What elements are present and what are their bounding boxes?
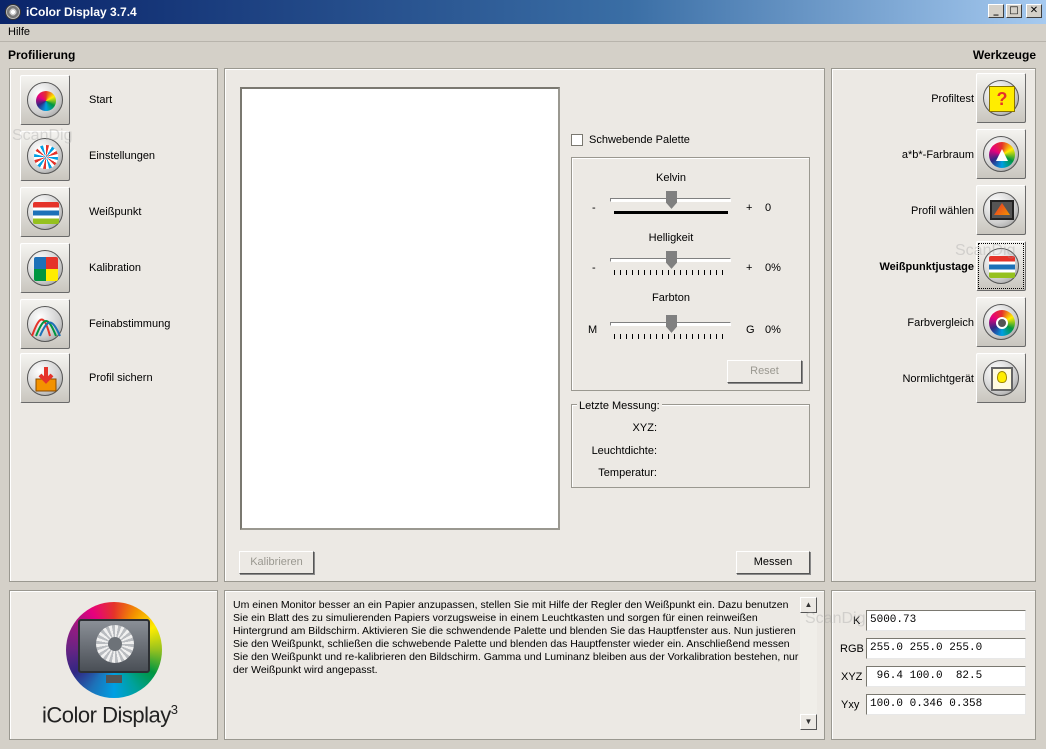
nav-label-start: Start bbox=[89, 94, 113, 106]
nav-label-settings: Einstellungen bbox=[89, 150, 156, 162]
color-wheel-icon[interactable] bbox=[20, 75, 70, 125]
tool-label-ab-gamut: a*b*-Farbraum bbox=[901, 149, 974, 161]
nav-label-whitepoint: Weißpunkt bbox=[89, 206, 142, 218]
reset-button[interactable]: Reset bbox=[727, 360, 802, 383]
close-button[interactable]: ✕ bbox=[1026, 4, 1042, 18]
last-measurement-group: Letzte Messung: XYZ: Leuchtdichte: Tempe… bbox=[571, 400, 810, 488]
watermark-text: ScanDig bbox=[955, 242, 1016, 259]
tool-label-color-compare: Farbvergleich bbox=[907, 317, 974, 329]
tool-label-whitepoint-adjust: Weißpunktjustage bbox=[879, 261, 974, 273]
compare-icon[interactable] bbox=[976, 297, 1026, 347]
hue-ticks bbox=[614, 334, 728, 339]
last-measurement-legend: Letzte Messung: bbox=[577, 400, 662, 412]
hue-max-label: G bbox=[746, 324, 755, 336]
tool-label-select-profile: Profil wählen bbox=[911, 205, 974, 217]
k-field[interactable]: 5000.73 bbox=[866, 610, 1026, 631]
minimize-button[interactable]: _ bbox=[988, 4, 1004, 18]
scroll-down-icon[interactable]: ▼ bbox=[800, 714, 817, 730]
floating-palette-checkbox[interactable] bbox=[571, 134, 583, 146]
tool-label-lightbox: Normlichtgerät bbox=[902, 373, 974, 385]
right-heading: Werkzeuge bbox=[972, 48, 1036, 62]
nav-item-finetune[interactable]: Feinabstimmung bbox=[20, 299, 215, 351]
slider-group: Kelvin - + 0 Helligkeit - + 0% Farbton M… bbox=[571, 157, 810, 391]
hue-min-label: M bbox=[588, 324, 598, 336]
xyz-field[interactable]: 96.4 100.0 82.5 bbox=[866, 666, 1026, 687]
brightness-min-label: - bbox=[592, 262, 596, 274]
watermark-text: ScanDig bbox=[805, 610, 866, 627]
floating-palette-label: Schwebende Palette bbox=[589, 134, 690, 146]
logo-stand bbox=[106, 675, 122, 683]
whitepoint-icon[interactable] bbox=[20, 187, 70, 237]
nav-item-calibration[interactable]: Kalibration bbox=[20, 243, 215, 295]
menu-bar: Hilfe bbox=[0, 24, 1046, 42]
window-title: iColor Display 3.7.4 bbox=[26, 5, 137, 19]
logo-text-main: iColor Display bbox=[42, 702, 171, 728]
calibrate-button[interactable]: Kalibrieren bbox=[239, 551, 314, 574]
left-heading: Profilierung bbox=[8, 48, 76, 62]
rgb-label: RGB bbox=[840, 643, 864, 655]
watermark-text: ScanDig bbox=[12, 127, 73, 144]
calibration-grid-icon[interactable] bbox=[20, 243, 70, 293]
slider-title-brightness: Helligkeit bbox=[648, 232, 694, 244]
slider-title-kelvin: Kelvin bbox=[656, 172, 686, 184]
white-preview-area bbox=[240, 87, 560, 530]
menu-help[interactable]: Hilfe bbox=[8, 26, 30, 38]
kelvin-min-label: - bbox=[592, 202, 596, 214]
xyz-value-label: XYZ bbox=[841, 671, 863, 683]
brightness-slider-thumb[interactable] bbox=[666, 251, 677, 269]
save-profile-icon[interactable] bbox=[20, 353, 70, 403]
rgb-field[interactable]: 255.0 255.0 255.0 bbox=[866, 638, 1026, 659]
select-profile-icon[interactable] bbox=[976, 185, 1026, 235]
yxy-label: Yxy bbox=[841, 699, 860, 711]
lightbox-icon[interactable] bbox=[976, 353, 1026, 403]
slider-title-hue: Farbton bbox=[652, 292, 690, 304]
nav-item-save-profile[interactable]: Profil sichern bbox=[20, 353, 215, 405]
logo-text-sup: 3 bbox=[170, 702, 178, 717]
temperature-label: Temperatur: bbox=[598, 467, 657, 479]
kelvin-slider-thumb[interactable] bbox=[666, 191, 677, 209]
curves-icon[interactable] bbox=[20, 299, 70, 349]
xyz-label: XYZ: bbox=[632, 422, 657, 434]
nav-item-whitepoint[interactable]: Weißpunkt bbox=[20, 187, 215, 239]
kelvin-value: 0 bbox=[765, 202, 772, 214]
hue-slider-thumb[interactable] bbox=[666, 315, 677, 333]
gamut-icon[interactable] bbox=[976, 129, 1026, 179]
maximize-button[interactable]: □ bbox=[1006, 4, 1022, 18]
logo-text: iColor Display3 bbox=[42, 702, 178, 728]
measure-button[interactable]: Messen bbox=[736, 551, 810, 574]
luminance-label: Leuchtdichte: bbox=[591, 445, 657, 457]
tool-label-profile-test: Profiltest bbox=[931, 93, 974, 105]
nav-label-calibration: Kalibration bbox=[89, 262, 141, 274]
hue-value: 0% bbox=[765, 324, 781, 336]
help-text: Um einen Monitor besser an ein Papier an… bbox=[233, 599, 799, 676]
logo-wheel-icon bbox=[96, 625, 134, 663]
nav-item-start[interactable]: Start bbox=[20, 75, 215, 127]
app-icon bbox=[5, 4, 21, 20]
title-bar: iColor Display 3.7.4 _ □ ✕ bbox=[0, 0, 1046, 24]
kelvin-max-label: + bbox=[746, 202, 753, 214]
left-nav-panel: Start Einstellungen Weißpunkt Kalibratio… bbox=[9, 68, 218, 582]
brightness-max-label: + bbox=[746, 262, 753, 274]
question-icon[interactable]: ? bbox=[976, 73, 1026, 123]
brightness-ticks bbox=[614, 270, 728, 275]
nav-label-finetune: Feinabstimmung bbox=[89, 318, 171, 330]
nav-label-save-profile: Profil sichern bbox=[89, 372, 153, 384]
yxy-field[interactable]: 100.0 0.346 0.358 bbox=[866, 694, 1026, 715]
brightness-value: 0% bbox=[765, 262, 781, 274]
kelvin-scale-bar bbox=[614, 211, 728, 214]
